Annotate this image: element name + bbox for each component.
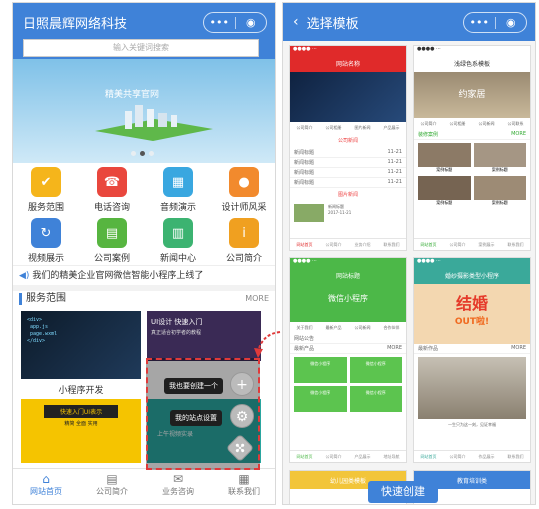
code-screen: <div> app.js page.wxml </div> xyxy=(27,317,58,344)
right-nav-bar: ‹ 选择模板 ••• ◉ xyxy=(283,3,535,41)
more-link[interactable]: MORE xyxy=(245,293,269,305)
grid-item-video[interactable]: ↻ 视频展示 xyxy=(13,218,79,264)
service-card-ui-basics[interactable]: 快速入门UI表示 精简 全面 实用 xyxy=(21,399,141,463)
back-chevron-icon[interactable]: ‹ xyxy=(293,14,299,30)
plus-icon[interactable]: + xyxy=(230,372,254,396)
bottom-tab-bar: ⌂ 网站首页 ▤ 公司简介 ✉ 业务咨询 ▦ 联系我们 xyxy=(13,468,275,504)
section-header: 服务范围 MORE xyxy=(19,293,269,305)
document-icon: ▤ xyxy=(106,472,118,486)
tab-company-intro[interactable]: ▤ 公司简介 xyxy=(79,469,145,504)
grid-item-service-scope[interactable]: ✔ 服务范围 xyxy=(13,167,79,213)
quick-create-button[interactable]: 快速创建 xyxy=(368,481,438,503)
floating-action-overlay: 我也要创建一个 + 我的站点设置 ⚙ ✣ xyxy=(146,358,260,470)
city-illustration xyxy=(95,105,213,141)
template-grid: ●●●● ⋯ 网站名称 公司简介 公司相册 图片新闻 产品展示 公司新闻 新闻标题 1… xyxy=(289,45,531,463)
right-phone-screen: ‹ 选择模板 ••• ◉ ●●●● ⋯ 网站名称 公司简介 公司相册 图片新闻 产品展示… xyxy=(282,2,536,505)
close-target-icon[interactable]: ◉ xyxy=(496,13,527,32)
close-target-icon[interactable]: ◉ xyxy=(236,13,267,32)
tab-contact[interactable]: ▦ 联系我们 xyxy=(211,469,275,504)
create-tooltip[interactable]: 我也要创建一个 xyxy=(164,378,223,394)
feature-grid: ✔ 服务范围 ☎ 电话咨询 ▦ 音频演示 ● 设计师风采 ↻ 视频展示 ▤ 公司案例 ▥ 新闻… xyxy=(13,167,275,264)
cubes-icon: ▦ xyxy=(163,167,193,197)
more-dots-icon[interactable]: ••• xyxy=(204,13,235,32)
curved-arrow-icon xyxy=(254,331,281,358)
mini-program-capsule[interactable]: ••• ◉ xyxy=(203,12,267,33)
template-title: 网站标题 xyxy=(290,266,406,284)
home-icon: ⌂ xyxy=(42,472,50,486)
carousel-dots[interactable] xyxy=(131,151,154,156)
left-nav-bar: 日照晨辉网络科技 ••• ◉ xyxy=(13,3,275,41)
service-card-dev-label: 小程序开发 xyxy=(58,386,104,396)
grid-item-phone-consult[interactable]: ☎ 电话咨询 xyxy=(79,167,145,213)
tab-home[interactable]: ⌂ 网站首页 xyxy=(13,469,79,504)
grid-icon: ▦ xyxy=(238,472,250,486)
settings-tooltip[interactable]: 我的站点设置 xyxy=(170,410,222,426)
refresh-icon: ↻ xyxy=(31,218,61,248)
grid-item-cases[interactable]: ▤ 公司案例 xyxy=(79,218,145,264)
template-card-red[interactable]: ●●●● ⋯ 网站名称 公司简介 公司相册 图片新闻 产品展示 公司新闻 新闻标题 1… xyxy=(289,45,407,251)
template-page-title: 选择模板 xyxy=(306,16,359,32)
app-title: 日照晨辉网络科技 xyxy=(23,16,128,32)
search-input[interactable]: 输入关键词搜索 xyxy=(23,39,259,57)
palette-icon: ● xyxy=(229,167,259,197)
grid-item-news[interactable]: ▥ 新闻中心 xyxy=(145,218,211,264)
service-card-ui[interactable]: UI设计 快速入门 真正适合初学者的教程 xyxy=(147,311,261,361)
gear-icon[interactable]: ⚙ xyxy=(230,404,254,428)
template-title: 婚纱摄影类型小程序 xyxy=(414,266,530,284)
template-card-wedding[interactable]: ●●●● ⋯ 婚纱摄影类型小程序 结婚 OUT啦! 最新作品 MORE 一生只为这… xyxy=(413,257,531,463)
notice-bar[interactable]: ◀) 我们的精美企业官网微信智能小程序上线了 xyxy=(13,265,275,291)
menu-diamond-icon[interactable]: ✣ xyxy=(225,433,255,463)
mini-program-capsule-right[interactable]: ••• ◉ xyxy=(463,12,527,33)
info-icon: i xyxy=(229,218,259,248)
template-card-green-home[interactable]: ●●●● ⋯ 浅绿色系模板 约家居 公司简介 公司相册 公司新闻 公司联系 装修案例 M… xyxy=(413,45,531,251)
folder-check-icon: ✔ xyxy=(31,167,61,197)
template-banner xyxy=(290,72,406,122)
document-icon: ▤ xyxy=(97,218,127,248)
tab-business-consult[interactable]: ✉ 业务咨询 xyxy=(145,469,211,504)
chart-icon: ▥ xyxy=(163,218,193,248)
grid-item-company-intro[interactable]: i 公司简介 xyxy=(211,218,275,264)
more-dots-icon[interactable]: ••• xyxy=(464,13,495,32)
speaker-icon: ◀) xyxy=(19,271,30,281)
banner-caption: 精美共享官网 xyxy=(105,90,160,100)
phone-24-icon: ☎ xyxy=(97,167,127,197)
wedding-photo xyxy=(418,357,526,419)
service-card-dev[interactable]: <div> app.js page.wxml </div> xyxy=(21,311,141,379)
template-title: 浅绿色系模板 xyxy=(414,54,530,72)
chat-icon: ✉ xyxy=(172,472,184,486)
grid-item-designer[interactable]: ● 设计师风采 xyxy=(211,167,275,213)
left-phone-screen: 日照晨辉网络科技 ••• ◉ 输入关键词搜索 精美共享官网 ✔ 服务范围 ☎ 电话咨询… xyxy=(12,2,276,505)
template-card-green[interactable]: ●●●● ⋯ 网站标题 微信小程序 关于我们 最新产品 公司新闻 合作伙伴 网站公告 … xyxy=(289,257,407,463)
grid-item-audio-demo[interactable]: ▦ 音频演示 xyxy=(145,167,211,213)
template-title: 网站名称 xyxy=(290,54,406,72)
hero-banner[interactable]: 精美共享官网 xyxy=(13,59,275,163)
